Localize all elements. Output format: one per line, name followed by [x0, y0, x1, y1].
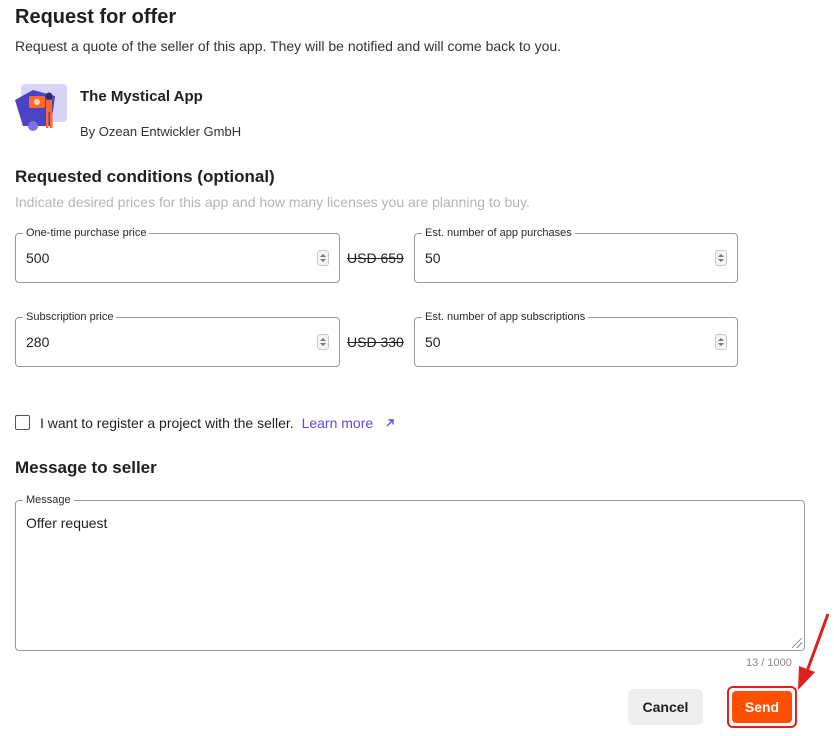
- subscription-price-label: Subscription price: [23, 311, 117, 324]
- one-time-price-value[interactable]: 500: [26, 250, 49, 266]
- register-project-text[interactable]: I want to register a project with the se…: [40, 415, 294, 431]
- page-subtitle: Request a quote of the seller of this ap…: [15, 38, 562, 54]
- character-counter: 13 / 1000: [746, 657, 792, 669]
- one-time-price-label: One-time purchase price: [23, 227, 150, 240]
- message-label: Message: [23, 494, 74, 507]
- send-button-highlight: Send: [727, 686, 797, 728]
- learn-more-link[interactable]: Learn more: [302, 415, 374, 431]
- app-name: The Mystical App: [80, 88, 203, 105]
- register-project-label[interactable]: I want to register a project with the se…: [40, 415, 395, 431]
- message-title: Message to seller: [15, 458, 157, 477]
- external-link-icon[interactable]: [385, 417, 395, 431]
- page-title: Request for offer: [15, 6, 177, 28]
- number-spinner-icon[interactable]: [317, 334, 329, 350]
- app-subscriptions-field[interactable]: Est. number of app subscriptions 50: [414, 311, 738, 367]
- conditions-title: Requested conditions (optional): [15, 167, 275, 186]
- send-button[interactable]: Send: [732, 691, 792, 723]
- one-time-list-price: USD 659: [347, 250, 404, 266]
- app-subscriptions-label: Est. number of app subscriptions: [422, 311, 589, 324]
- one-time-price-field[interactable]: One-time purchase price 500: [15, 227, 340, 283]
- app-purchases-field[interactable]: Est. number of app purchases 50: [414, 227, 738, 283]
- number-spinner-icon[interactable]: [715, 334, 727, 350]
- app-purchases-label: Est. number of app purchases: [422, 227, 575, 240]
- subscription-price-field[interactable]: Subscription price 280: [15, 311, 340, 367]
- app-purchases-value[interactable]: 50: [425, 250, 441, 266]
- register-project-checkbox[interactable]: [15, 415, 30, 430]
- app-vendor: By Ozean Entwickler GmbH: [80, 124, 242, 139]
- message-textarea[interactable]: Message Offer request: [15, 494, 805, 651]
- annotation-arrow-icon: [795, 612, 831, 694]
- message-value[interactable]: Offer request: [26, 515, 107, 531]
- subscription-price-value[interactable]: 280: [26, 334, 49, 350]
- number-spinner-icon[interactable]: [715, 250, 727, 266]
- subscription-list-price: USD 330: [347, 334, 404, 350]
- conditions-hint: Indicate desired prices for this app and…: [15, 194, 530, 210]
- app-illustration-icon: [15, 82, 69, 134]
- cancel-button[interactable]: Cancel: [628, 689, 703, 725]
- app-subscriptions-value[interactable]: 50: [425, 334, 441, 350]
- number-spinner-icon[interactable]: [317, 250, 329, 266]
